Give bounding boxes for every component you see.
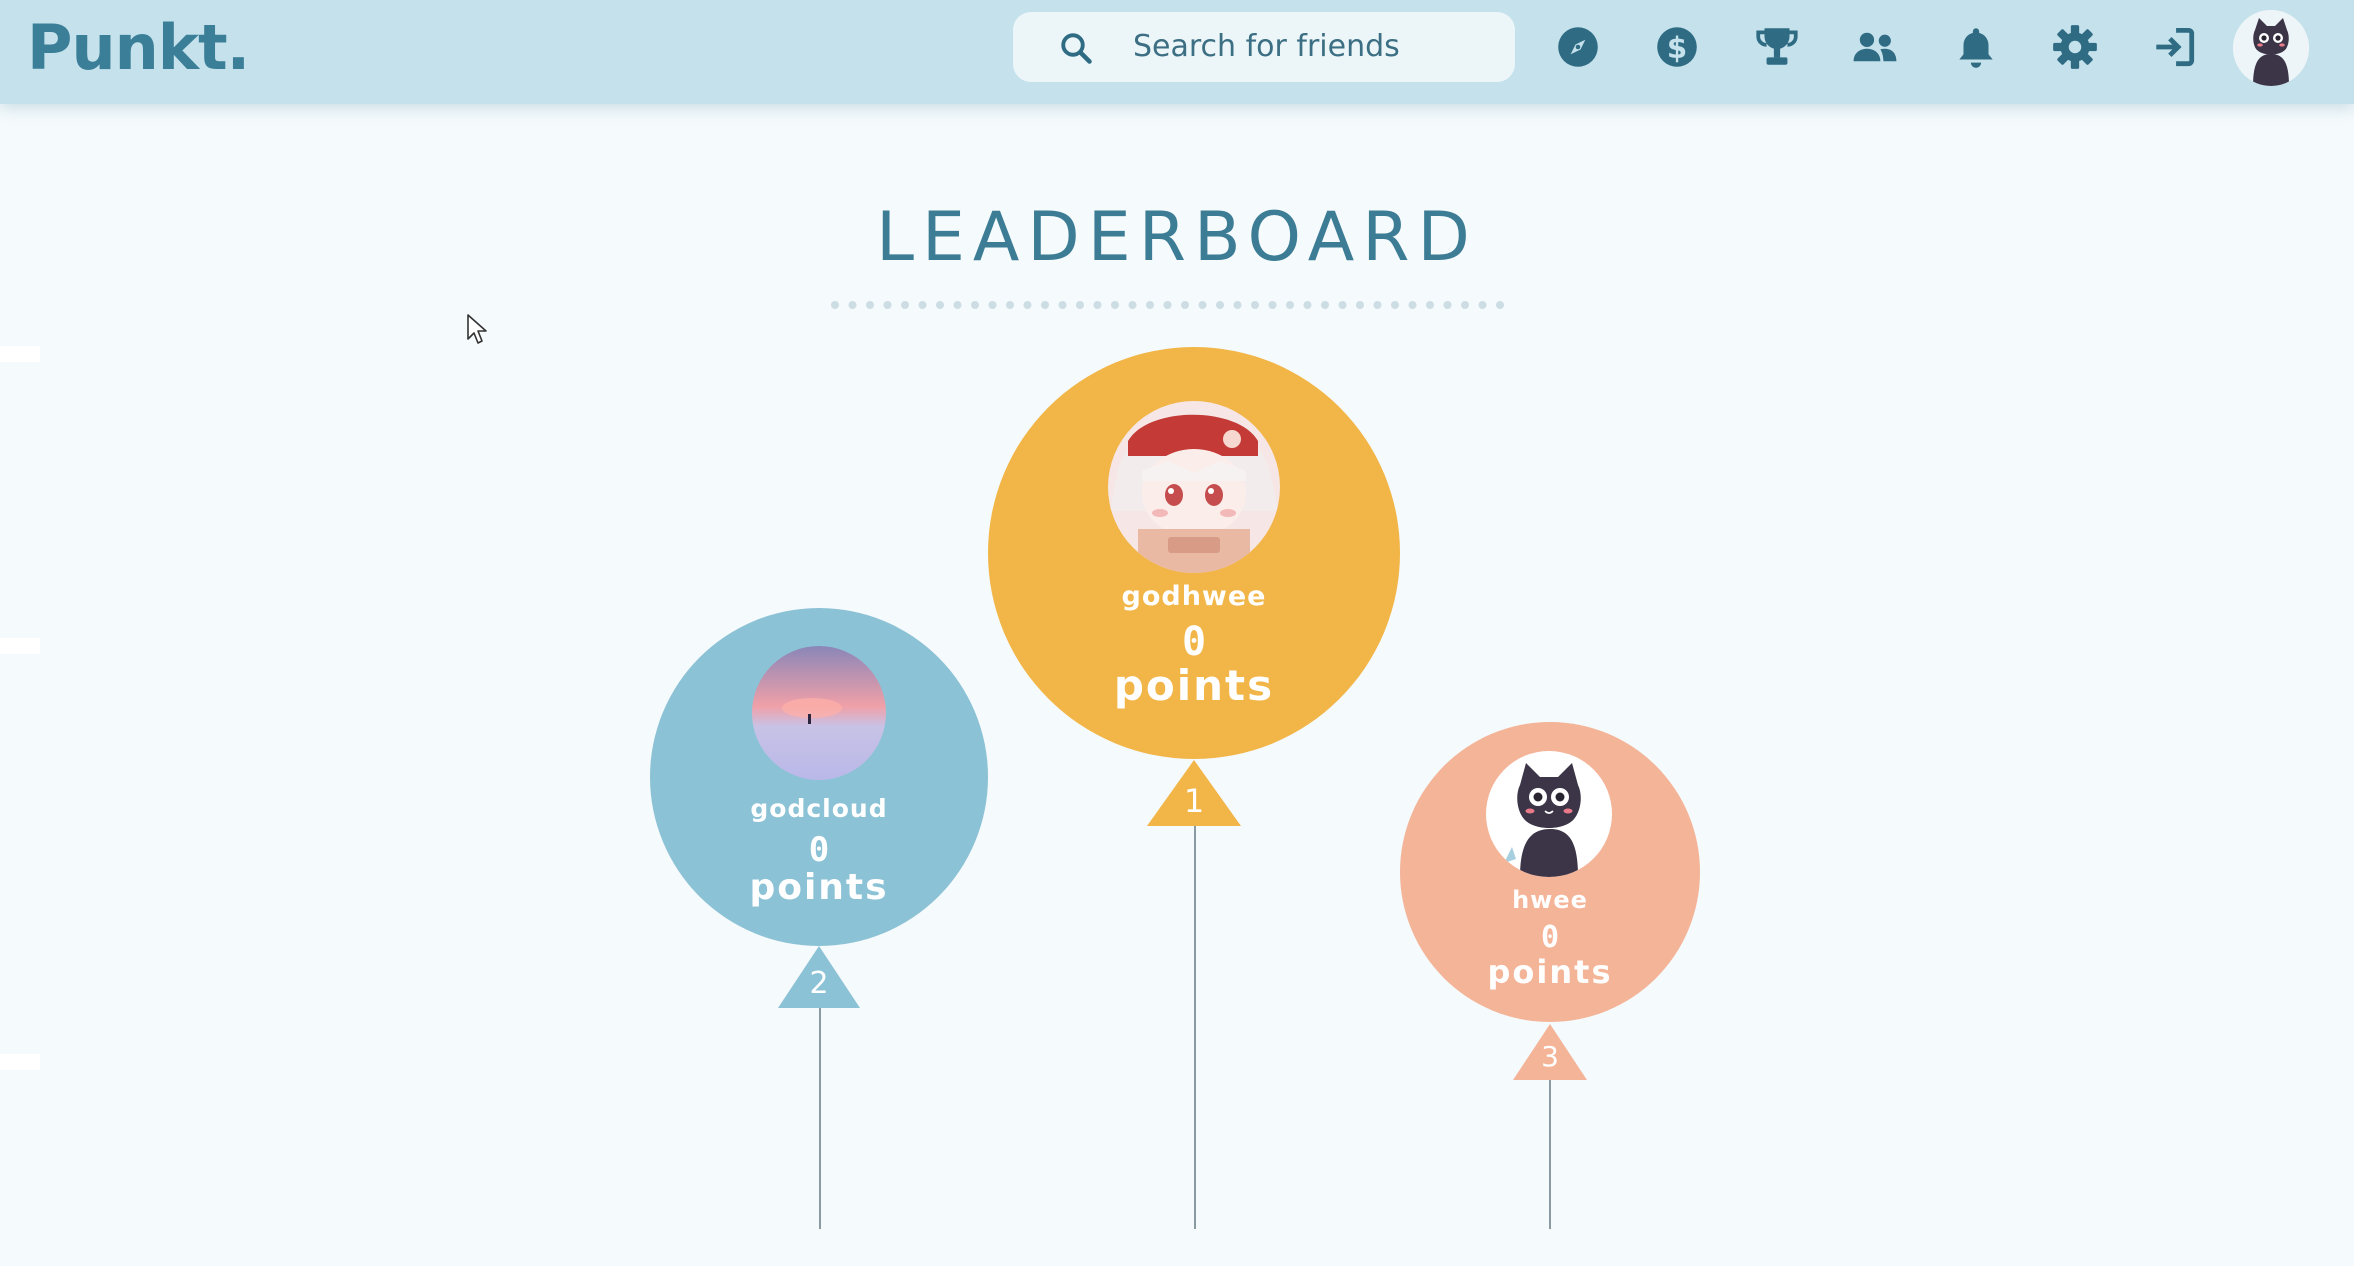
divider-dot <box>1303 301 1312 309</box>
top-nav: Punkt. Search for friends $ <box>0 0 2354 104</box>
username: hwee <box>1512 886 1588 914</box>
anime-character-icon <box>1108 401 1280 573</box>
username: godhwee <box>1121 581 1267 612</box>
divider-dot <box>1286 301 1294 309</box>
search-box[interactable]: Search for friends <box>1013 12 1515 82</box>
points-value: 0 <box>1540 920 1560 955</box>
divider-dot <box>1338 301 1347 309</box>
cat-avatar-icon <box>2233 10 2309 86</box>
edge-mark <box>0 638 40 654</box>
profile-picture <box>1486 751 1612 877</box>
balloon-string <box>1549 1078 1551 1229</box>
divider-dot <box>1443 301 1452 309</box>
divider-dot <box>1181 301 1189 309</box>
divider-dot <box>1356 301 1364 309</box>
bell-icon[interactable] <box>1951 22 2001 72</box>
divider-dot <box>1198 301 1207 309</box>
sunset-photo-icon <box>752 646 886 780</box>
divider-dot <box>988 301 997 309</box>
svg-text:$: $ <box>1667 31 1687 65</box>
points-label: points <box>1113 661 1275 710</box>
divider-dot <box>1006 301 1014 309</box>
rank-number: 1 <box>1183 782 1205 820</box>
divider-dot <box>1268 301 1277 309</box>
divider-dot <box>971 301 979 309</box>
dollar-icon[interactable]: $ <box>1652 22 1702 72</box>
leaderboard-entry-3[interactable]: hwee 0 points <box>1400 722 1700 1022</box>
divider-dot <box>1128 301 1137 309</box>
cat-avatar-icon <box>1486 751 1612 877</box>
points-label: points <box>749 867 889 908</box>
divider-dot <box>1461 301 1469 309</box>
divider-dot <box>1146 301 1154 309</box>
app-logo[interactable]: Punkt. <box>27 8 250 88</box>
rank-number: 3 <box>1541 1040 1559 1073</box>
divider-dot <box>1216 301 1224 309</box>
divider-dot <box>1251 301 1259 309</box>
divider-dot <box>936 301 944 309</box>
page-title: LEADERBOARD <box>876 198 1478 277</box>
divider-dot <box>901 301 909 309</box>
gear-icon[interactable] <box>2050 22 2100 72</box>
divider-dot <box>883 301 892 309</box>
divider-dot <box>1391 301 1399 309</box>
divider-dot <box>1163 301 1172 309</box>
rank-badge: 3 <box>1513 1024 1587 1080</box>
user-avatar[interactable] <box>2233 10 2309 86</box>
edge-mark <box>0 1054 40 1070</box>
divider-dot <box>918 301 927 309</box>
divider-dot <box>1478 301 1487 309</box>
divider-dot <box>1321 301 1329 309</box>
search-icon <box>1061 33 1092 64</box>
rank-badge: 2 <box>778 946 860 1008</box>
divider-dot <box>831 301 839 309</box>
divider-dot <box>866 301 874 309</box>
edge-mark <box>0 346 40 362</box>
friends-icon[interactable] <box>1850 22 1900 72</box>
username: godcloud <box>750 794 888 823</box>
trophy-icon[interactable] <box>1752 22 1802 72</box>
profile-picture <box>1108 401 1280 573</box>
mouse-cursor <box>467 314 487 344</box>
divider-dot <box>1496 301 1504 309</box>
title-divider <box>831 301 1504 309</box>
divider-dot <box>1111 301 1119 309</box>
compass-icon[interactable] <box>1553 22 1603 72</box>
logout-icon[interactable] <box>2149 22 2199 72</box>
divider-dot <box>1041 301 1049 309</box>
points-value: 0 <box>808 830 830 870</box>
points-label: points <box>1487 953 1613 991</box>
divider-dot <box>1093 301 1102 309</box>
leaderboard-entry-2[interactable]: godcloud 0 points <box>650 608 988 946</box>
divider-dot <box>953 301 962 309</box>
leaderboard-entry-1[interactable]: godhwee 0 points <box>988 347 1400 759</box>
divider-dot <box>1233 301 1242 309</box>
divider-dot <box>1023 301 1032 309</box>
rank-badge: 1 <box>1147 760 1241 826</box>
rank-number: 2 <box>809 966 829 1001</box>
divider-dot <box>1373 301 1382 309</box>
balloon-string <box>819 1005 821 1229</box>
divider-dot <box>1058 301 1067 309</box>
search-input[interactable]: Search for friends <box>1133 12 1400 82</box>
divider-dot <box>1408 301 1417 309</box>
profile-picture <box>752 646 886 780</box>
points-value: 0 <box>1181 619 1207 665</box>
divider-dot <box>1076 301 1084 309</box>
divider-dot <box>1426 301 1434 309</box>
balloon-string <box>1194 822 1196 1229</box>
divider-dot <box>848 301 857 309</box>
